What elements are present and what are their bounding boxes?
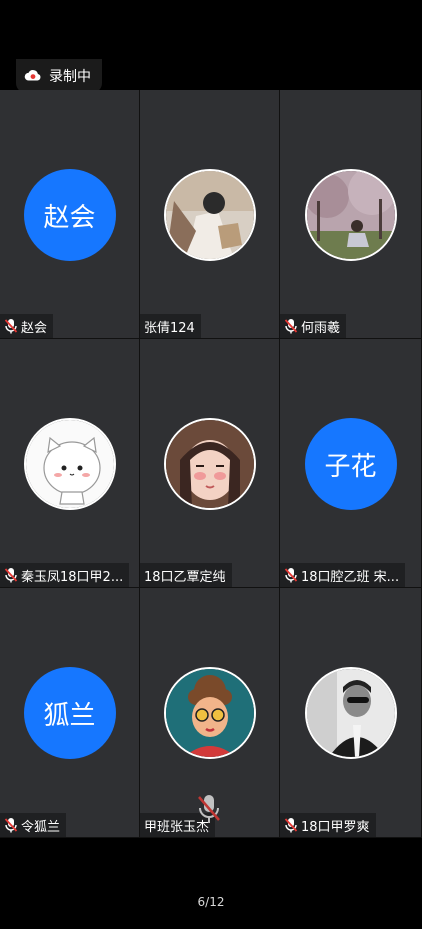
cloud-record-icon bbox=[24, 67, 42, 86]
participant-tile[interactable]: 秦玉凤18口甲2... bbox=[0, 339, 140, 588]
participant-tile[interactable]: 赵会 赵会 bbox=[0, 90, 140, 339]
avatar bbox=[304, 667, 397, 759]
participant-grid: 赵会 赵会 张倩124 何雨羲 秦玉凤18口甲2... 18口乙覃定纯 子花 1… bbox=[0, 90, 422, 838]
participant-name: 何雨羲 bbox=[301, 320, 341, 336]
participant-tile[interactable]: 18口甲罗爽 bbox=[280, 588, 422, 838]
participant-label: 18口腔乙班 宋... bbox=[280, 563, 406, 587]
participant-name: 秦玉凤18口甲2... bbox=[21, 569, 124, 585]
avatar: 子花 bbox=[304, 418, 397, 510]
participant-name: 18口甲罗爽 bbox=[301, 819, 370, 835]
avatar-initials: 狐兰 bbox=[43, 700, 96, 731]
avatar: 赵会 bbox=[23, 169, 116, 261]
recording-indicator[interactable]: 录制中 bbox=[16, 59, 102, 93]
participant-label: 18口甲罗爽 bbox=[280, 813, 376, 837]
recording-label: 录制中 bbox=[49, 69, 91, 85]
participant-tile[interactable]: 18口乙覃定纯 bbox=[140, 339, 280, 588]
mic-muted-icon bbox=[4, 319, 18, 334]
participant-name: 18口腔乙班 宋... bbox=[301, 569, 400, 585]
mic-muted-icon bbox=[4, 568, 18, 583]
participant-label: 18口乙覃定纯 bbox=[140, 563, 232, 587]
avatar bbox=[163, 418, 256, 510]
mic-muted-icon bbox=[284, 568, 298, 583]
participant-tile[interactable]: 子花 18口腔乙班 宋... bbox=[280, 339, 422, 588]
participant-label: 令狐兰 bbox=[0, 813, 67, 837]
participant-label: 何雨羲 bbox=[280, 314, 347, 338]
mic-muted-icon bbox=[284, 818, 298, 833]
avatar bbox=[163, 169, 256, 261]
participant-tile[interactable]: 狐兰 令狐兰 bbox=[0, 588, 140, 838]
participant-label: 张倩124 bbox=[140, 314, 201, 338]
participant-tile[interactable]: 何雨羲 bbox=[280, 90, 422, 339]
participant-tile[interactable]: 张倩124 bbox=[140, 90, 280, 339]
avatar bbox=[23, 418, 116, 510]
mic-muted-icon bbox=[4, 818, 18, 833]
participant-name: 18口乙覃定纯 bbox=[144, 569, 226, 585]
avatar: 狐兰 bbox=[23, 667, 116, 759]
page-indicator: 6/12 bbox=[197, 895, 225, 909]
participant-name: 赵会 bbox=[21, 320, 48, 336]
participant-name: 张倩124 bbox=[144, 320, 195, 336]
avatar-initials: 子花 bbox=[324, 451, 377, 482]
avatar-initials: 赵会 bbox=[43, 202, 96, 233]
microphone-icon[interactable] bbox=[196, 794, 222, 824]
avatar bbox=[304, 169, 397, 261]
mic-muted-icon bbox=[284, 319, 298, 334]
participant-label: 秦玉凤18口甲2... bbox=[0, 563, 130, 587]
avatar bbox=[163, 667, 256, 759]
participant-name: 令狐兰 bbox=[21, 819, 61, 835]
participant-label: 赵会 bbox=[0, 314, 54, 338]
